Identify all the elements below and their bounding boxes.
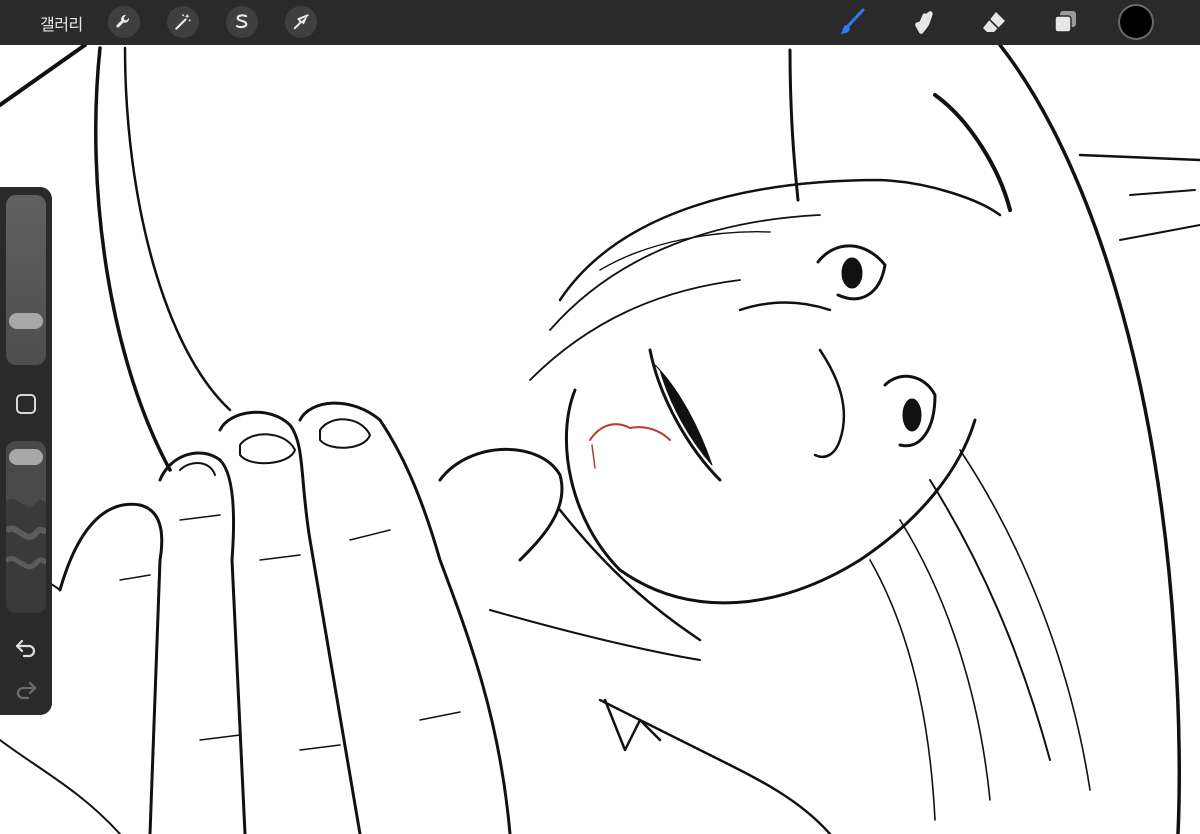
brush-sidebar bbox=[0, 187, 52, 715]
redo-arrow-icon bbox=[16, 681, 37, 700]
selection-s-icon bbox=[235, 14, 248, 29]
eraser-icon bbox=[983, 12, 1005, 32]
smudge-tool-button[interactable] bbox=[906, 4, 942, 40]
brush-size-slider[interactable] bbox=[6, 195, 46, 365]
top-toolbar: 갤러리 bbox=[0, 0, 1200, 45]
arrow-cursor-icon bbox=[293, 14, 309, 30]
brush-tool-button[interactable] bbox=[834, 4, 870, 40]
undo-arrow-icon bbox=[15, 639, 36, 658]
gallery-button[interactable]: 갤러리 bbox=[40, 11, 83, 35]
actions-button[interactable] bbox=[108, 6, 140, 38]
redo-button[interactable] bbox=[12, 677, 40, 703]
adjustments-button[interactable] bbox=[167, 6, 199, 38]
brush-size-thumb[interactable] bbox=[9, 313, 43, 330]
layers-icon bbox=[1054, 11, 1076, 33]
wrench-icon bbox=[116, 14, 130, 28]
smudge-finger-icon bbox=[915, 11, 933, 34]
eraser-tool-button[interactable] bbox=[976, 4, 1012, 40]
brush-opacity-thumb[interactable] bbox=[9, 448, 43, 465]
brush-opacity-slider[interactable] bbox=[6, 441, 46, 613]
magic-wand-icon bbox=[175, 13, 191, 30]
color-picker-button[interactable] bbox=[1120, 6, 1152, 38]
opacity-track-pattern bbox=[6, 498, 46, 613]
brush-icon bbox=[840, 8, 865, 34]
square-icon bbox=[16, 394, 36, 414]
modify-button[interactable] bbox=[14, 392, 38, 416]
layers-button[interactable] bbox=[1047, 4, 1083, 40]
drawing-canvas[interactable] bbox=[0, 45, 1200, 834]
selection-button[interactable] bbox=[226, 6, 258, 38]
transform-button[interactable] bbox=[285, 6, 317, 38]
undo-button[interactable] bbox=[12, 635, 40, 661]
